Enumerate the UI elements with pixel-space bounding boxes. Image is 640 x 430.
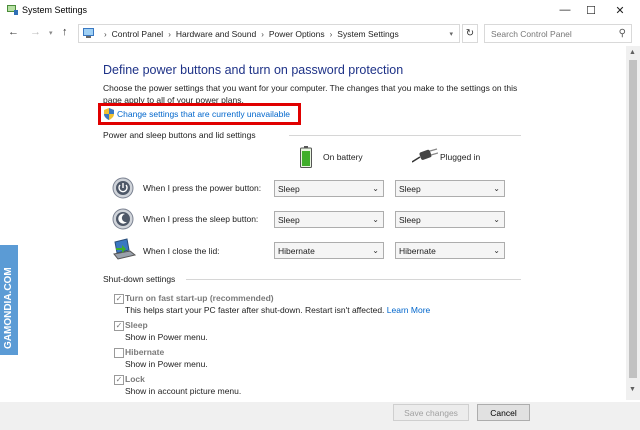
refresh-icon: ↻ bbox=[465, 28, 475, 39]
control-panel-icon bbox=[83, 28, 94, 38]
shutdown-section-title: Shut-down settings bbox=[103, 274, 176, 284]
sleep-button-icon bbox=[112, 208, 134, 230]
chevron-down-icon: ⌄ bbox=[372, 184, 379, 193]
sleep-button-battery-select[interactable]: Sleep ⌄ bbox=[274, 211, 384, 228]
hibernate-checkbox[interactable] bbox=[114, 348, 124, 358]
breadcrumb-power-options[interactable]: Power Options bbox=[269, 29, 325, 39]
sleep-button-plugged-select[interactable]: Sleep ⌄ bbox=[395, 211, 505, 228]
chevron-down-icon: ⌄ bbox=[372, 246, 379, 255]
chevron-down-icon: ⌄ bbox=[493, 215, 500, 224]
fast-startup-checkbox[interactable]: ✓ bbox=[114, 294, 124, 304]
breadcrumb-hardware-and-sound[interactable]: Hardware and Sound bbox=[176, 29, 256, 39]
power-button-icon bbox=[112, 177, 134, 199]
maximize-icon: ☐ bbox=[586, 4, 596, 17]
search-input[interactable]: Search Control Panel ⚲ bbox=[484, 24, 632, 43]
lid-close-battery-select[interactable]: Hibernate ⌄ bbox=[274, 242, 384, 259]
navigation-bar: ← → ▾ ↑ › Control Panel › Hardware and S… bbox=[0, 22, 640, 44]
breadcrumb-control-panel[interactable]: Control Panel bbox=[112, 29, 164, 39]
fast-startup-description: This helps start your PC faster after sh… bbox=[125, 305, 430, 315]
sleep-label: Sleep bbox=[125, 320, 148, 330]
recent-locations-icon[interactable]: ▾ bbox=[49, 29, 53, 37]
lid-close-label: When I close the lid: bbox=[143, 246, 220, 256]
breadcrumb-system-settings[interactable]: System Settings bbox=[337, 29, 398, 39]
power-plug-icon bbox=[412, 148, 438, 163]
chevron-down-icon: ⌄ bbox=[493, 246, 500, 255]
refresh-button[interactable]: ↻ bbox=[462, 24, 478, 43]
hibernate-description: Show in Power menu. bbox=[125, 359, 208, 369]
section-divider bbox=[289, 135, 521, 136]
power-button-plugged-select[interactable]: Sleep ⌄ bbox=[395, 180, 505, 197]
uac-shield-icon bbox=[104, 108, 114, 120]
vertical-scrollbar[interactable]: ▲ ▼ bbox=[626, 46, 640, 400]
forward-arrow-icon[interactable]: → bbox=[30, 26, 41, 38]
select-value: Hibernate bbox=[399, 246, 436, 256]
chevron-right-icon: › bbox=[104, 29, 107, 39]
title-bar: System Settings — ☐ ✕ bbox=[0, 0, 640, 20]
scroll-up-icon[interactable]: ▲ bbox=[629, 49, 636, 56]
save-changes-button[interactable]: Save changes bbox=[393, 404, 469, 421]
minimize-icon: — bbox=[559, 4, 571, 16]
scroll-down-icon[interactable]: ▼ bbox=[629, 386, 636, 393]
select-value: Sleep bbox=[278, 215, 300, 225]
select-value: Sleep bbox=[399, 184, 421, 194]
watermark-text: GAMONDIA.COM bbox=[3, 267, 14, 349]
page-title: Define power buttons and turn on passwor… bbox=[103, 63, 404, 77]
watermark: GAMONDIA.COM bbox=[0, 245, 18, 355]
column-header-battery: On battery bbox=[323, 152, 363, 162]
column-header-plugged-in: Plugged in bbox=[440, 152, 481, 162]
lid-close-plugged-select[interactable]: Hibernate ⌄ bbox=[395, 242, 505, 259]
close-button[interactable]: ✕ bbox=[605, 0, 635, 20]
hibernate-label: Hibernate bbox=[125, 347, 165, 357]
learn-more-link[interactable]: Learn More bbox=[387, 305, 430, 315]
power-button-label: When I press the power button: bbox=[143, 183, 262, 193]
fast-startup-description-text: This helps start your PC faster after sh… bbox=[125, 305, 385, 315]
close-icon: ✕ bbox=[615, 4, 625, 17]
lock-label: Lock bbox=[125, 374, 145, 384]
select-value: Hibernate bbox=[278, 246, 315, 256]
power-button-battery-select[interactable]: Sleep ⌄ bbox=[274, 180, 384, 197]
sleep-button-label: When I press the sleep button: bbox=[143, 214, 259, 224]
search-icon: ⚲ bbox=[618, 28, 626, 39]
lock-description: Show in account picture menu. bbox=[125, 386, 242, 396]
chevron-right-icon: › bbox=[168, 29, 171, 39]
lock-checkbox[interactable]: ✓ bbox=[114, 375, 124, 385]
select-value: Sleep bbox=[278, 184, 300, 194]
address-bar[interactable]: › Control Panel › Hardware and Sound › P… bbox=[78, 24, 460, 43]
chevron-down-icon: ⌄ bbox=[372, 215, 379, 224]
cancel-button[interactable]: Cancel bbox=[477, 404, 530, 421]
battery-icon bbox=[300, 146, 312, 168]
fast-startup-label: Turn on fast start-up (recommended) bbox=[125, 293, 274, 303]
up-arrow-icon[interactable]: ↑ bbox=[62, 26, 68, 38]
chevron-right-icon: › bbox=[261, 29, 264, 39]
sleep-description: Show in Power menu. bbox=[125, 332, 208, 342]
search-placeholder: Search Control Panel bbox=[491, 29, 572, 39]
power-options-icon bbox=[7, 5, 18, 15]
power-section-title: Power and sleep buttons and lid settings bbox=[103, 130, 256, 140]
chevron-down-icon: ⌄ bbox=[493, 184, 500, 193]
select-value: Sleep bbox=[399, 215, 421, 225]
section-divider bbox=[186, 279, 521, 280]
laptop-lid-icon bbox=[113, 238, 136, 260]
sleep-checkbox[interactable]: ✓ bbox=[114, 321, 124, 331]
back-arrow-icon[interactable]: ← bbox=[8, 26, 19, 38]
breadcrumb: › Control Panel › Hardware and Sound › P… bbox=[99, 29, 399, 39]
chevron-right-icon: › bbox=[329, 29, 333, 39]
scroll-thumb[interactable] bbox=[629, 60, 637, 378]
change-settings-link[interactable]: Change settings that are currently unava… bbox=[117, 109, 290, 119]
window-title: System Settings bbox=[22, 5, 88, 15]
maximize-button[interactable]: ☐ bbox=[576, 0, 606, 20]
button-bar bbox=[0, 402, 640, 430]
chevron-down-icon[interactable]: ▾ bbox=[449, 30, 453, 38]
